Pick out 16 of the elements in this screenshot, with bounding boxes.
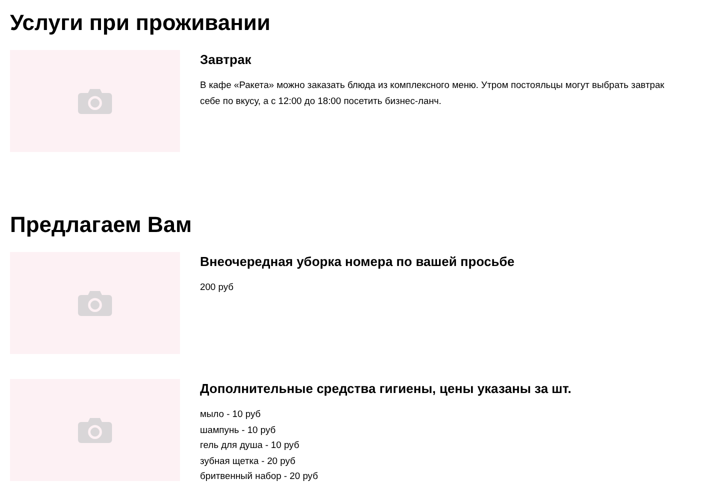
description-line: шампунь - 10 руб [200, 422, 277, 437]
section-heading: Предлагаем Вам [10, 211, 193, 239]
section-heading: Услуги при проживании [10, 9, 272, 37]
description-line: себе по вкусу, а с 12:00 до 18:00 посетить бизнес-ланч. [200, 94, 442, 108]
camera-icon [78, 417, 112, 443]
description-line: гель для душа - 10 руб [200, 438, 300, 452]
description-line: мыло - 10 руб [200, 407, 262, 421]
description-line: 200 руб [200, 280, 235, 294]
service-title: Дополнительные средства гигиены, цены указаны за шт. [200, 381, 572, 396]
camera-icon [78, 290, 112, 316]
service-title: Внеочередная уборка номера по вашей просьбе [200, 254, 514, 269]
service-title: Завтрак [200, 52, 252, 67]
description-line: В кафе «Ракета» можно заказать блюда из комплексного меню. Утром постояльцы могут выбрать завтрак [200, 78, 664, 92]
description-line: зубная щетка - 20 руб [200, 454, 296, 468]
description-line: бритвенный набор - 20 руб [200, 469, 319, 483]
camera-icon [78, 88, 112, 114]
